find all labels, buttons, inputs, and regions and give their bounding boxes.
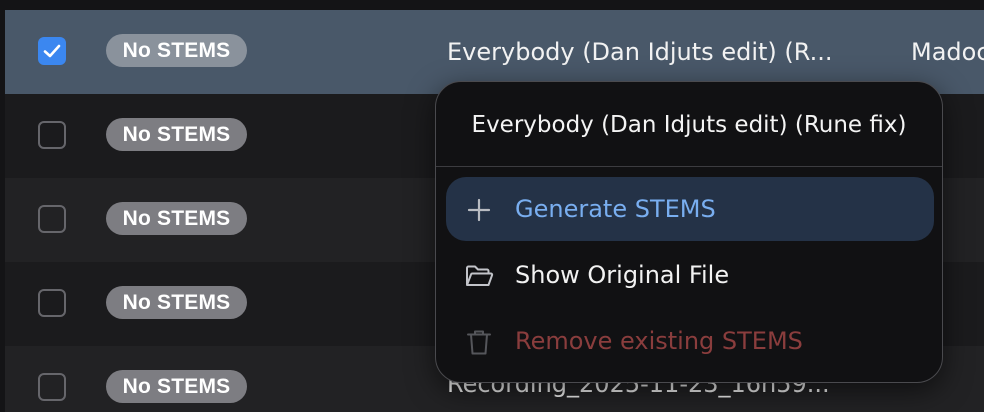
stems-status-badge: No STEMS	[106, 118, 247, 151]
track-context-menu: Everybody (Dan Idjuts edit) (Rune fix) G…	[435, 81, 943, 383]
stems-status-badge: No STEMS	[106, 286, 247, 319]
track-list-view: No STEMS Everybody (Dan Idjuts edit) (R.…	[0, 0, 984, 412]
stems-status-badge: No STEMS	[106, 34, 247, 67]
row-checkbox[interactable]	[38, 373, 66, 401]
plus-icon	[467, 198, 491, 222]
row-checkbox[interactable]	[38, 121, 66, 149]
context-menu-title: Everybody (Dan Idjuts edit) (Rune fix)	[471, 112, 907, 138]
show-original-file-label: Show Original File	[515, 261, 730, 289]
left-edge	[0, 0, 5, 412]
generate-stems-menu-item[interactable]: Generate STEMS	[446, 177, 934, 241]
stems-status-badge: No STEMS	[106, 370, 247, 403]
header-strip	[0, 0, 984, 10]
folder-open-icon	[466, 265, 494, 286]
remove-stems-menu-item[interactable]: Remove existing STEMS	[446, 309, 934, 373]
show-original-file-menu-item[interactable]: Show Original File	[446, 243, 934, 307]
row-checkbox[interactable]	[38, 37, 66, 65]
menu-divider	[436, 166, 942, 167]
generate-stems-label: Generate STEMS	[515, 195, 716, 223]
stems-status-badge: No STEMS	[106, 202, 247, 235]
checkmark-icon	[43, 44, 61, 58]
row-checkbox[interactable]	[38, 289, 66, 317]
row-checkbox[interactable]	[38, 205, 66, 233]
trash-icon	[467, 330, 491, 355]
remove-stems-label: Remove existing STEMS	[515, 327, 803, 355]
